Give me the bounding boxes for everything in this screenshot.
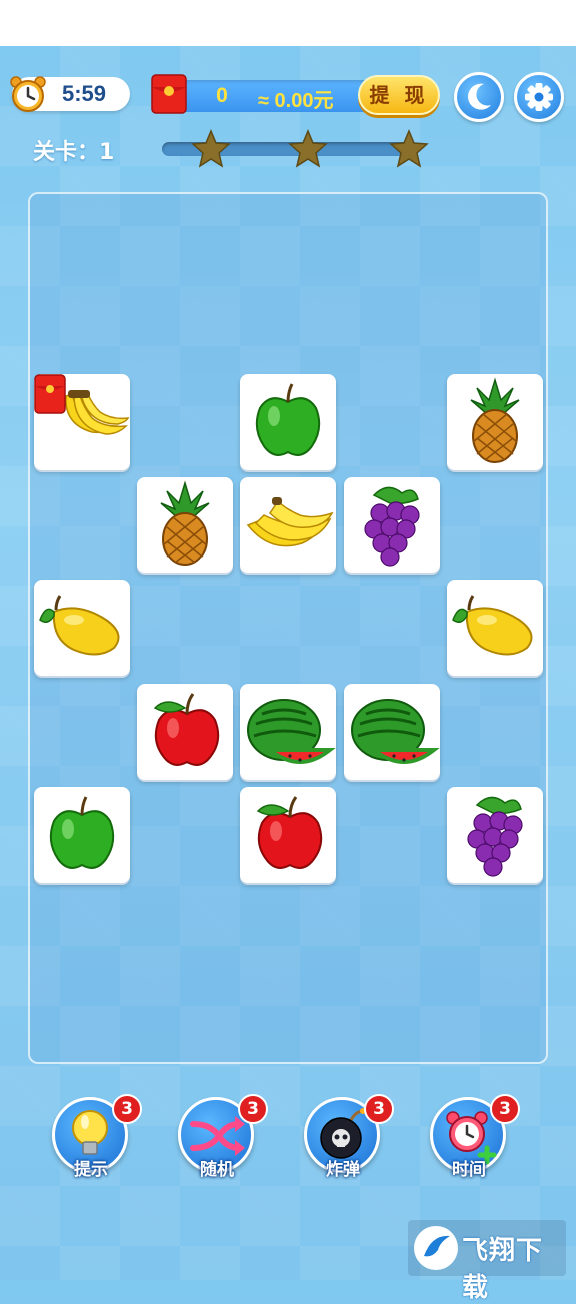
time-count-badge: 3 [490,1094,520,1124]
gear-icon [525,83,553,111]
cash-amount: ≈ 0.00元 [258,90,334,112]
green-apple-icon [49,796,115,869]
status-bar [0,0,576,46]
green-apple-icon [255,383,321,456]
tile-mango[interactable] [447,580,543,676]
cash-count: 0 [216,84,228,107]
withdraw-button[interactable]: 提 现 [358,75,440,115]
grapes-icon [364,486,420,567]
star-icon [389,129,429,168]
tile-pineapple[interactable] [447,374,543,470]
shuffle-tool-button[interactable]: 3 随机 [178,1094,268,1180]
red-packet-icon[interactable] [150,73,188,115]
red-apple-icon [256,796,323,869]
watermark-text: 飞翔下载 [462,1236,544,1303]
tile-watermelon[interactable] [344,684,440,780]
grapes-icon [467,796,523,877]
time-tool-button[interactable]: 3 时间 [430,1094,520,1180]
tile-grapes[interactable] [447,787,543,883]
shuffle-count-badge: 3 [238,1094,268,1124]
mango-icon [452,595,533,656]
hint-count-badge: 3 [112,1094,142,1124]
red-apple-icon [153,693,220,766]
settings-button[interactable] [514,72,564,122]
banana-icon [246,497,334,547]
shuffle-tool-label: 随机 [200,1160,234,1180]
tile-green-apple[interactable] [34,787,130,883]
tile-red-apple[interactable] [240,787,336,883]
bomb-tool-button[interactable]: 3 炸弹 [304,1094,394,1180]
bomb-tool-label: 炸弹 [326,1160,360,1180]
tile-banana[interactable] [240,477,336,573]
alarm-clock-icon [10,76,46,112]
night-mode-button[interactable] [454,72,504,122]
watermelon-icon [351,699,440,764]
moon-icon [468,83,491,110]
red-packet-icon [34,374,66,414]
tile-green-apple[interactable] [240,374,336,470]
level-label: 关卡：1 [33,140,115,165]
tile-banana[interactable] [34,374,130,470]
watermark: 飞翔下载 [408,1220,566,1303]
star-icon [191,129,231,168]
tile-watermelon[interactable] [240,684,336,780]
timer-text: 5:59 [62,81,107,106]
star-icon [288,129,328,168]
tile-red-apple[interactable] [137,684,233,780]
pineapple-icon [160,480,210,566]
hint-tool-button[interactable]: 3 提示 [52,1094,142,1180]
tile-mango[interactable] [34,580,130,676]
bomb-count-badge: 3 [364,1094,394,1124]
pineapple-icon [470,377,520,463]
tile-pineapple[interactable] [137,477,233,573]
mango-icon [39,595,120,656]
time-tool-label: 时间 [452,1160,486,1180]
tile-grapes[interactable] [344,477,440,573]
watermelon-icon [247,699,336,764]
watermark-logo-icon [414,1226,458,1270]
hint-tool-label: 提示 [74,1160,108,1180]
